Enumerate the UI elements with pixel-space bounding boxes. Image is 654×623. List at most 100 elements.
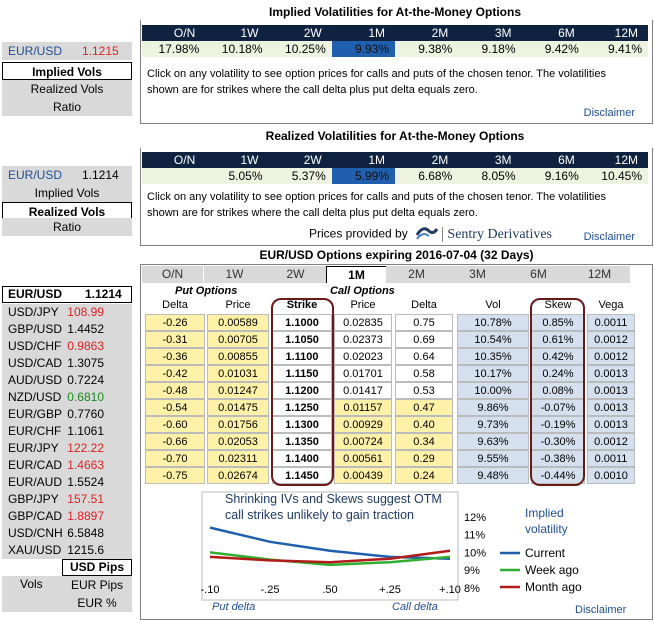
fx-row[interactable]: EUR/CAD 1.4663 (2, 457, 132, 474)
cell-vol: 9.86% (457, 399, 529, 416)
fx-header-pair: EUR/USD (8, 287, 63, 301)
implied-vols-button[interactable]: Implied Vols (2, 184, 132, 202)
eur-pct-button[interactable]: EUR % (62, 594, 132, 612)
left-top-pair: EUR/USD 1.1215 (2, 42, 132, 60)
tab-1m[interactable]: 1M (326, 266, 387, 283)
fx-row[interactable]: NZD/USD 0.6810 (2, 389, 132, 406)
col-header-vega: Vega (598, 299, 624, 311)
tab-12m[interactable]: 12M (569, 266, 630, 283)
fx-rate: 1.1061 (67, 424, 104, 438)
fx-row[interactable]: XAU/USD 1215.6 (2, 542, 132, 559)
vols-button[interactable]: Vols (2, 576, 62, 612)
implied-title: Implied Volatilities for At-the-Money Op… (268, 5, 521, 19)
series-line-current (209, 526, 451, 560)
cell-price: 0.01475 (207, 399, 269, 416)
col-header-price: Price (225, 299, 251, 311)
legend-label: Week ago (525, 563, 579, 577)
fx-row[interactable]: GBP/CAD 1.8897 (2, 508, 132, 525)
cell-vega: 0.0013 (587, 399, 635, 416)
cell-vol: 9.48% (457, 467, 529, 484)
fx-pair: USD/CHF (8, 339, 62, 353)
options-disclaimer-link[interactable]: Disclaimer (575, 604, 626, 616)
eur-pips-button[interactable]: EUR Pips (62, 576, 132, 594)
fx-rate: 1.4452 (67, 322, 104, 336)
cell-price: 0.01247 (207, 382, 269, 399)
fx-rate: 1.4663 (67, 458, 104, 472)
call-delta-label: Call delta (392, 601, 438, 613)
fx-row[interactable]: EUR/GBP 0.7760 (2, 406, 132, 423)
cell-delta: 0.40 (395, 416, 453, 433)
fx-pair: GBP/USD (8, 322, 63, 336)
cell-delta: 0.53 (395, 382, 453, 399)
cell-delta: -0.66 (145, 433, 205, 450)
tab-6m[interactable]: 6M (508, 266, 569, 283)
fx-rate: 0.6810 (67, 390, 104, 404)
fx-pair: EUR/AUD (8, 475, 63, 489)
x-tick-label: +.25 (379, 584, 401, 596)
cell-delta: -0.26 (145, 314, 205, 331)
col-header-price: Price (350, 299, 376, 311)
implied-vols-button[interactable]: Implied Vols (2, 62, 132, 80)
tab-on[interactable]: O/N (142, 266, 203, 283)
col-header-vol: Vol (485, 299, 501, 311)
fx-row[interactable]: USD/CAD 1.3075 (2, 355, 132, 372)
ratio-button[interactable]: Ratio (2, 218, 132, 236)
fx-row[interactable]: USD/CHF 0.9863 (2, 338, 132, 355)
fx-pair: USD/CNH (8, 526, 63, 540)
cell-price: 0.00439 (334, 467, 392, 484)
fx-row[interactable]: GBP/USD 1.4452 (2, 321, 132, 338)
realized-panel-border (140, 148, 653, 246)
fx-row[interactable]: USD/JPY 108.99 (2, 304, 132, 321)
cell-price: 0.01701 (334, 365, 392, 382)
cell-delta: -0.36 (145, 348, 205, 365)
y-tick-label: 8% (464, 583, 480, 595)
fx-row[interactable]: EUR/JPY 122.22 (2, 440, 132, 457)
fx-row[interactable]: EUR/AUD 1.5524 (2, 474, 132, 491)
cell-delta: -0.31 (145, 331, 205, 348)
tab-2w[interactable]: 2W (265, 266, 326, 283)
fx-row[interactable]: AUD/USD 0.7224 (2, 372, 132, 389)
y-tick-label: 11% (464, 530, 485, 542)
cell-price: 0.02023 (334, 348, 392, 365)
cell-vol: 9.55% (457, 450, 529, 467)
fx-pair: EUR/CHF (8, 424, 62, 438)
cell-price: 0.02835 (334, 314, 392, 331)
pair-label: EUR/USD (8, 44, 63, 58)
fx-header: EUR/USD 1.1214 (2, 286, 132, 303)
fx-row[interactable]: USD/CNH 6.5848 (2, 525, 132, 542)
cell-vega: 0.0012 (587, 331, 635, 348)
cell-vol: 10.35% (457, 348, 529, 365)
fx-pair: EUR/GBP (8, 407, 63, 421)
cell-vol: 10.00% (457, 382, 529, 399)
cell-price: 0.00929 (334, 416, 392, 433)
pair-label: EUR/USD (8, 168, 63, 182)
realized-vols-button[interactable]: Realized Vols (2, 80, 132, 98)
ratio-button[interactable]: Ratio (2, 98, 132, 116)
fx-pair: AUD/USD (8, 373, 63, 387)
usd-pips-button[interactable]: USD Pips (62, 559, 132, 576)
tab-3m[interactable]: 3M (447, 266, 508, 283)
call-options-header: Call Options (330, 285, 395, 297)
fx-row[interactable]: EUR/CHF 1.1061 (2, 423, 132, 440)
pair-rate: 1.1215 (82, 44, 119, 58)
pair-rate: 1.1214 (82, 168, 119, 182)
fx-row[interactable]: GBP/JPY 157.51 (2, 491, 132, 508)
put-options-header: Put Options (175, 285, 238, 297)
fx-rate: 1.8897 (67, 509, 104, 523)
implied-panel-border (140, 20, 653, 124)
tab-2m[interactable]: 2M (386, 266, 447, 283)
cell-vega: 0.0012 (587, 348, 635, 365)
cell-price: 0.02311 (207, 450, 269, 467)
fx-rate: 0.7224 (67, 373, 104, 387)
cell-price: 0.02373 (334, 331, 392, 348)
fx-rate: 0.9863 (67, 339, 104, 353)
cell-vega: 0.0013 (587, 416, 635, 433)
x-tick-label: -.10 (201, 584, 220, 596)
fx-rate: 6.5848 (67, 526, 104, 540)
cell-vega: 0.0011 (587, 314, 635, 331)
fx-pair: EUR/CAD (8, 458, 63, 472)
left-mid-pair: EUR/USD 1.1214 (2, 166, 132, 184)
strike-highlight (271, 298, 334, 486)
tab-1w[interactable]: 1W (204, 266, 265, 283)
cell-delta: -0.48 (145, 382, 205, 399)
